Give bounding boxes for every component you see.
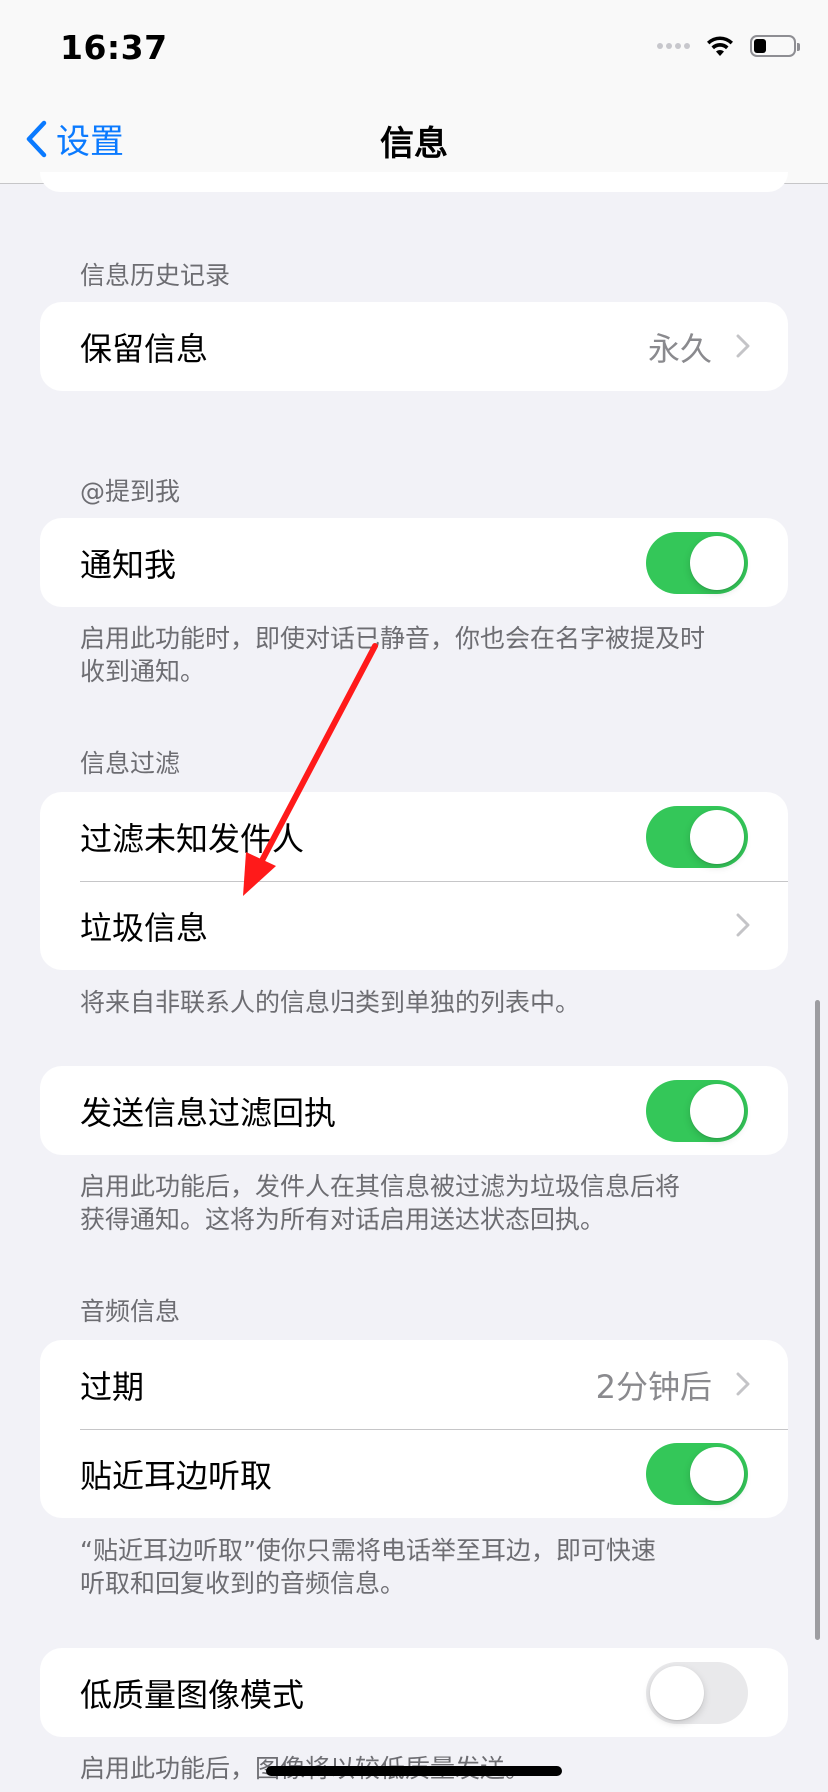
mentions-footer-line1: 启用此功能时，即使对话已静音，你也会在名字被提及时 [80, 624, 706, 653]
status-icons [657, 34, 800, 58]
battery-icon [750, 35, 800, 57]
low-quality-row: 低质量图像模式 [40, 1648, 788, 1737]
section-header-mentions: @提到我 [80, 477, 181, 506]
history-card: 保留信息 永久 [40, 302, 788, 391]
mentions-footer-line2: 收到通知。 [80, 657, 206, 686]
filter-receipt-footer-line1: 启用此功能后，发件人在其信息被过滤为垃圾信息后将 [80, 1172, 681, 1201]
filter-unknown-label: 过滤未知发件人 [80, 819, 305, 858]
notify-me-row: 通知我 [40, 518, 788, 607]
filter-unknown-row: 过滤未知发件人 [40, 792, 788, 881]
raise-to-listen-label: 贴近耳边听取 [80, 1456, 273, 1495]
audio-card: 过期 2分钟后 贴近耳边听取 [40, 1340, 788, 1518]
section-header-filtering: 信息过滤 [80, 749, 181, 778]
filtering-footer: 将来自非联系人的信息归类到单独的列表中。 [80, 988, 581, 1017]
chevron-right-icon [736, 913, 750, 937]
filter-receipt-footer: 启用此功能后，发件人在其信息被过滤为垃圾信息后将 获得通知。这将为所有对话启用送… [80, 1170, 760, 1236]
expire-row[interactable]: 过期 2分钟后 [40, 1340, 788, 1429]
chevron-right-icon [736, 1372, 750, 1396]
mentions-card: 通知我 [40, 518, 788, 607]
keep-messages-row[interactable]: 保留信息 永久 [40, 302, 788, 391]
send-receipt-toggle[interactable] [646, 1080, 748, 1142]
home-indicator[interactable] [266, 1766, 562, 1776]
status-bar: 16:37 [0, 0, 828, 96]
raise-to-listen-toggle[interactable] [646, 1443, 748, 1505]
raise-to-listen-row: 贴近耳边听取 [40, 1429, 788, 1518]
navigation-bar: 设置 信息 [0, 96, 828, 184]
low-quality-label: 低质量图像模式 [80, 1675, 305, 1714]
filter-receipt-card: 发送信息过滤回执 [40, 1066, 788, 1155]
filter-receipt-footer-line2: 获得通知。这将为所有对话启用送达状态回执。 [80, 1205, 606, 1234]
mentions-footer: 启用此功能时，即使对话已静音，你也会在名字被提及时 收到通知。 [80, 622, 760, 688]
low-quality-toggle[interactable] [646, 1662, 748, 1724]
notify-me-toggle[interactable] [646, 532, 748, 594]
send-receipt-row: 发送信息过滤回执 [40, 1066, 788, 1155]
expire-label: 过期 [80, 1367, 145, 1406]
junk-messages-row[interactable]: 垃圾信息 [40, 881, 788, 970]
send-receipt-label: 发送信息过滤回执 [80, 1093, 337, 1132]
audio-footer-line2: 听取和回复收到的音频信息。 [80, 1569, 406, 1598]
junk-messages-label: 垃圾信息 [80, 908, 209, 947]
audio-footer-line1: “贴近耳边听取”使你只需将电话举至耳边，即可快速 [80, 1536, 656, 1565]
previous-card-edge [40, 172, 788, 192]
chevron-right-icon [736, 334, 750, 358]
scroll-indicator[interactable] [815, 1000, 820, 1640]
status-time: 16:37 [60, 28, 168, 67]
expire-value: 2分钟后 [595, 1367, 712, 1406]
page-title: 信息 [380, 124, 448, 164]
wifi-icon [707, 36, 733, 56]
low-quality-card: 低质量图像模式 [40, 1648, 788, 1737]
notify-me-label: 通知我 [80, 545, 177, 584]
filtering-card: 过滤未知发件人 垃圾信息 [40, 792, 788, 970]
keep-messages-label: 保留信息 [80, 329, 209, 368]
section-header-audio: 音频信息 [80, 1297, 181, 1326]
section-header-history: 信息历史记录 [80, 261, 231, 290]
keep-messages-value: 永久 [647, 329, 712, 368]
cellular-signal-icon [657, 43, 690, 49]
audio-footer: “贴近耳边听取”使你只需将电话举至耳边，即可快速 听取和回复收到的音频信息。 [80, 1534, 760, 1600]
filter-unknown-toggle[interactable] [646, 806, 748, 868]
